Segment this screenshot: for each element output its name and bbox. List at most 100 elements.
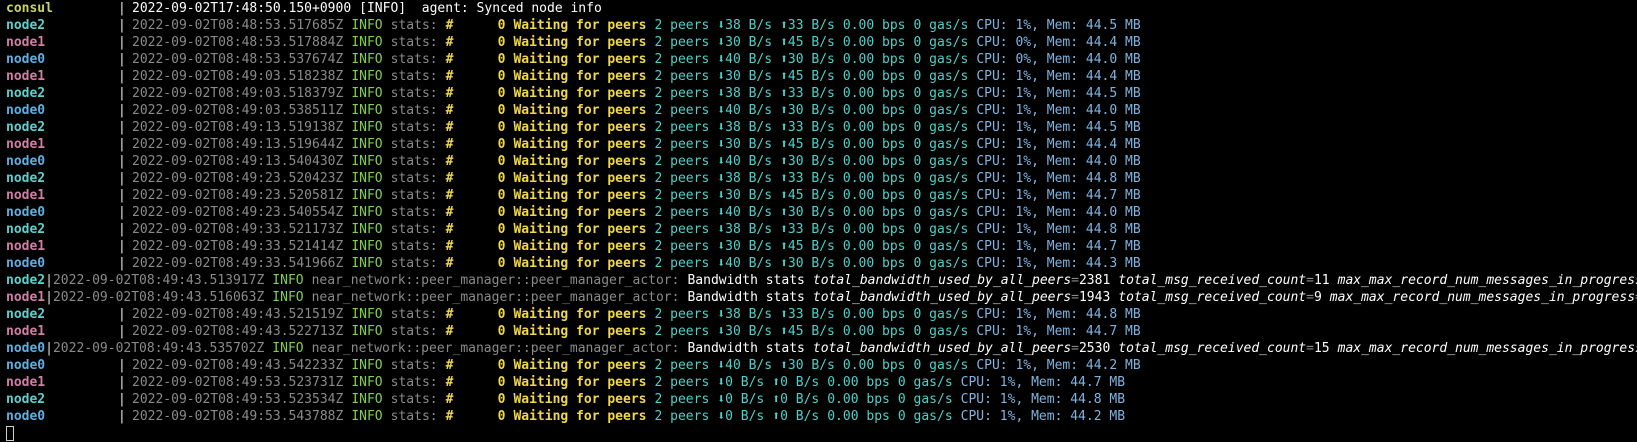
- log-line: node1 | 2022-09-02T08:48:53.517884Z INFO sta…: [6, 34, 1637, 51]
- block-height: 0: [497, 35, 506, 50]
- peer-count: 2 peers: [654, 375, 710, 390]
- log-level: INFO: [351, 103, 383, 118]
- log-level: INFO: [351, 120, 383, 135]
- download-rate: 40 B/s: [725, 52, 773, 67]
- service-name: node0: [6, 154, 46, 169]
- terminal-cursor[interactable]: [6, 426, 14, 441]
- arrow-up-icon: ⬆: [780, 103, 788, 118]
- block-height: 0: [497, 358, 506, 373]
- service-name: node1: [6, 324, 46, 339]
- upload-rate: 45 B/s: [787, 69, 835, 84]
- timestamp: 2022-09-02T08:49:23.520423Z: [132, 171, 344, 186]
- log-target: stats:: [390, 86, 438, 101]
- separator: |: [45, 273, 53, 288]
- block-height: 0: [497, 205, 506, 220]
- block-hash: #: [445, 52, 454, 67]
- separator: |: [118, 324, 126, 339]
- field-value: 2530: [1078, 341, 1111, 356]
- separator: |: [118, 307, 126, 322]
- status-text: Waiting for peers: [513, 392, 647, 407]
- terminal-output[interactable]: consul | 2022-09-02T17:48:50.150+0900 [I…: [0, 0, 1637, 442]
- arrow-up-icon: ⬆: [780, 188, 788, 203]
- arrow-up-icon: ⬆: [780, 137, 788, 152]
- block-hash: #: [445, 171, 454, 186]
- arrow-down-icon: ⬇: [717, 256, 726, 271]
- log-line: node1 | 2022-09-02T08:49:13.519644Z INFO sta…: [6, 136, 1637, 153]
- arrow-up-icon: ⬆: [780, 307, 788, 322]
- arrow-down-icon: ⬇: [717, 52, 726, 67]
- timestamp: 2022-09-02T08:49:13.540430Z: [132, 154, 344, 169]
- log-target: stats:: [390, 256, 438, 271]
- download-rate: 40 B/s: [725, 154, 773, 169]
- prompt-line[interactable]: [6, 425, 1637, 442]
- service-name: node2: [6, 18, 46, 33]
- log-line: node0 | 2022-09-02T08:49:33.541966Z INFO sta…: [6, 255, 1637, 272]
- gas-rate: 0 gas/s: [897, 375, 953, 390]
- resource-usage: CPU: 1%, Mem: 44.8 MB: [960, 392, 1126, 407]
- log-level: INFO: [351, 358, 383, 373]
- status-text: Waiting for peers: [513, 171, 647, 186]
- field-key: total_bandwidth_used_by_all_peers: [812, 290, 1072, 305]
- arrow-up-icon: ⬆: [780, 222, 788, 237]
- log-message: Bandwidth stats: [687, 273, 805, 288]
- service-name: node1: [6, 137, 46, 152]
- log-line: node2 | 2022-09-02T08:49:53.523534Z INFO sta…: [6, 391, 1637, 408]
- separator: |: [118, 52, 126, 67]
- separator: |: [118, 409, 126, 424]
- log-level: INFO: [351, 154, 383, 169]
- bps-rate: 0.00 bps: [842, 18, 906, 33]
- resource-usage: CPU: 1%, Mem: 44.2 MB: [960, 409, 1126, 424]
- separator: |: [118, 86, 126, 101]
- peer-count: 2 peers: [654, 188, 710, 203]
- peer-count: 2 peers: [654, 103, 710, 118]
- peer-count: 2 peers: [654, 324, 710, 339]
- gas-rate: 0 gas/s: [913, 188, 969, 203]
- arrow-up-icon: ⬆: [780, 239, 788, 254]
- service-name: node2: [6, 171, 46, 186]
- field-key: total_bandwidth_used_by_all_peers: [812, 273, 1072, 288]
- log-line: node0 | 2022-09-02T08:49:03.538511Z INFO sta…: [6, 102, 1637, 119]
- block-hash: #: [445, 86, 454, 101]
- arrow-up-icon: ⬆: [780, 358, 788, 373]
- upload-rate: 30 B/s: [787, 256, 835, 271]
- block-hash: #: [445, 35, 454, 50]
- log-level: INFO: [351, 375, 383, 390]
- bps-rate: 0.00 bps: [842, 154, 906, 169]
- bps-rate: 0.00 bps: [842, 188, 906, 203]
- log-line: node0 | 2022-09-02T08:49:13.540430Z INFO sta…: [6, 153, 1637, 170]
- arrow-down-icon: ⬇: [717, 239, 726, 254]
- arrow-up-icon: ⬆: [780, 171, 788, 186]
- log-level: INFO: [351, 137, 383, 152]
- peer-count: 2 peers: [654, 154, 710, 169]
- peer-count: 2 peers: [654, 35, 710, 50]
- separator: |: [118, 392, 126, 407]
- resource-usage: CPU: 1%, Mem: 44.5 MB: [976, 120, 1141, 135]
- block-height: 0: [497, 69, 506, 84]
- bps-rate: 0.00 bps: [842, 137, 906, 152]
- service-name: node1: [6, 375, 46, 390]
- log-target: stats:: [390, 103, 438, 118]
- download-rate: 40 B/s: [725, 103, 773, 118]
- separator: |: [118, 137, 126, 152]
- status-text: Waiting for peers: [513, 137, 647, 152]
- status-text: Waiting for peers: [513, 154, 647, 169]
- upload-rate: 33 B/s: [787, 307, 835, 322]
- separator: |: [118, 205, 126, 220]
- block-height: 0: [497, 120, 506, 135]
- upload-rate: 45 B/s: [787, 324, 835, 339]
- separator: |: [118, 256, 126, 271]
- arrow-up-icon: ⬆: [780, 120, 788, 135]
- download-rate: 30 B/s: [725, 239, 773, 254]
- log-line: node0 | 2022-09-02T08:49:53.543788Z INFO sta…: [6, 408, 1637, 425]
- log-level: INFO: [351, 307, 383, 322]
- log-target: stats:: [390, 69, 438, 84]
- arrow-up-icon: ⬆: [780, 205, 788, 220]
- log-message: Bandwidth stats: [687, 290, 805, 305]
- separator: |: [118, 120, 126, 135]
- field-equals: =: [1306, 273, 1314, 288]
- status-text: Waiting for peers: [513, 188, 647, 203]
- log-target: stats:: [390, 188, 438, 203]
- gas-rate: 0 gas/s: [913, 103, 969, 118]
- bps-rate: 0.00 bps: [827, 392, 890, 407]
- arrow-up-icon: ⬆: [780, 18, 788, 33]
